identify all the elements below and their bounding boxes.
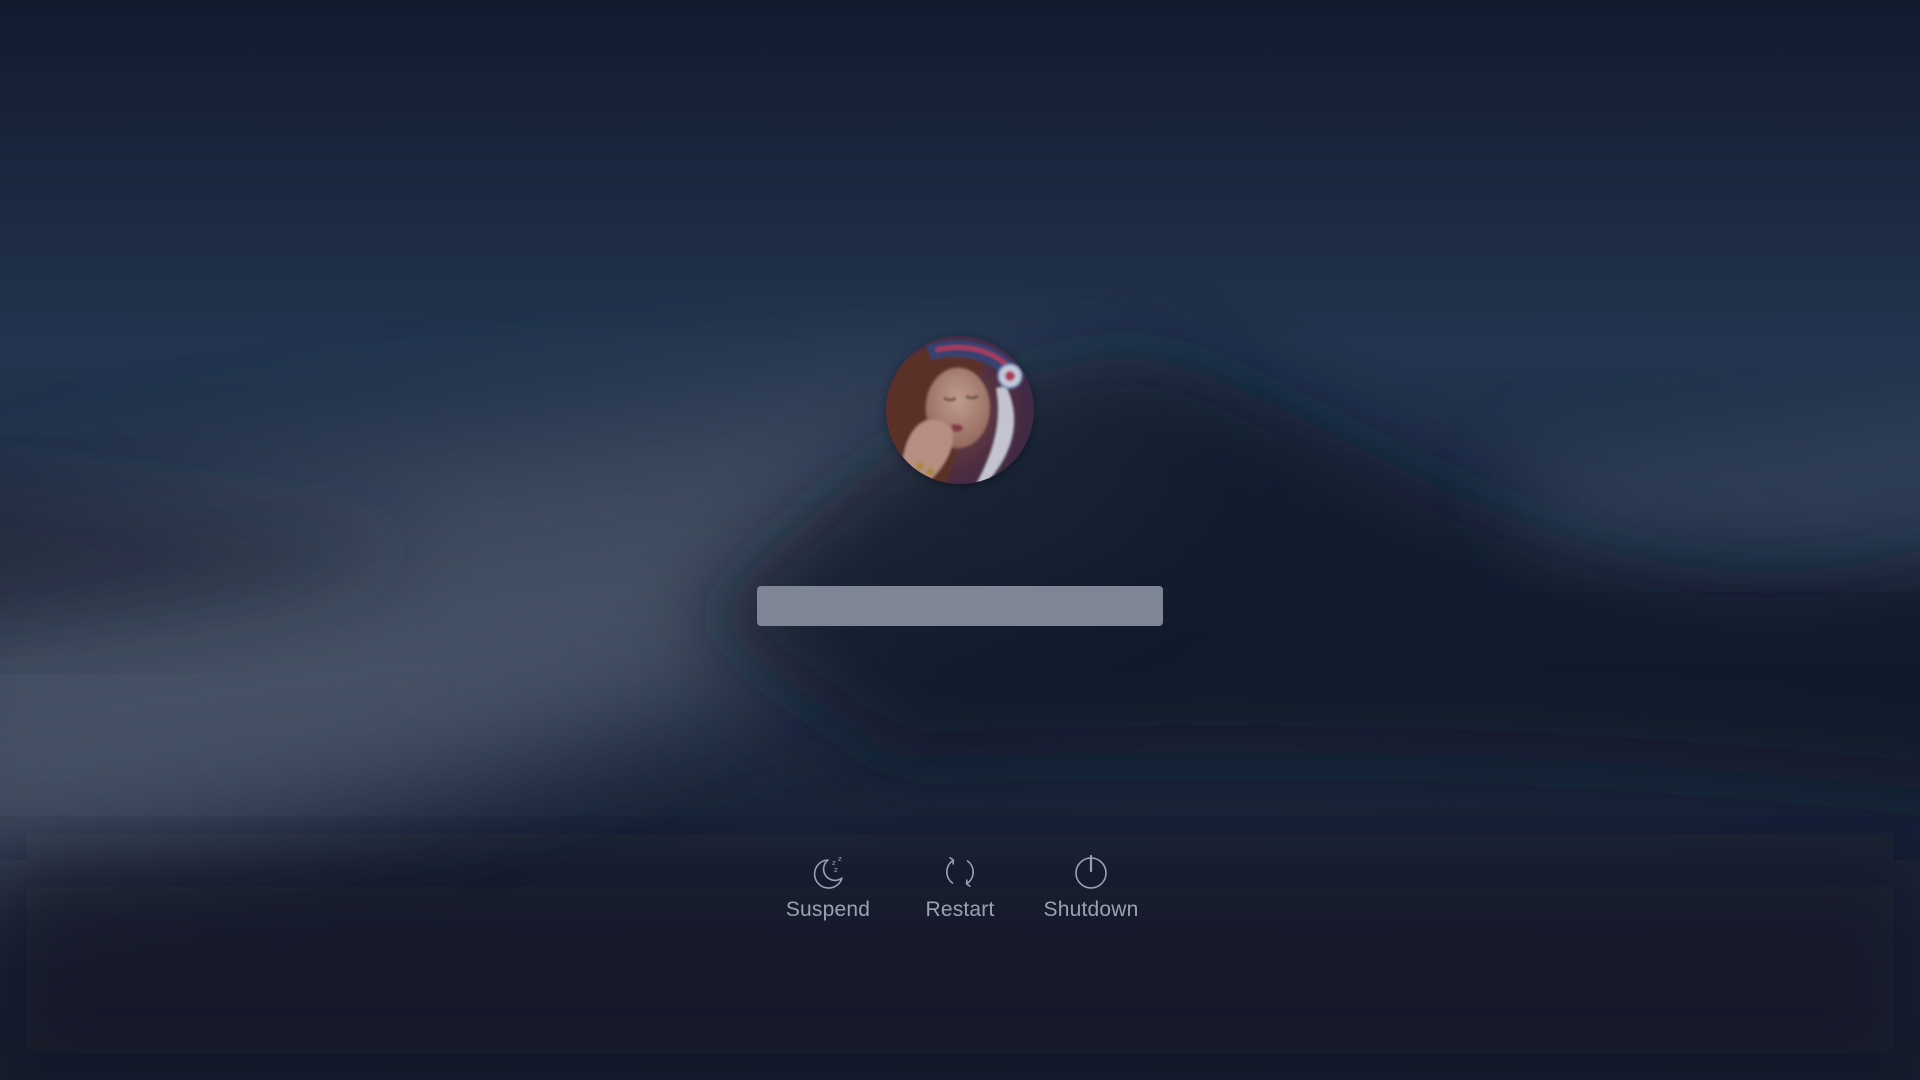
shutdown-button[interactable]: Shutdown xyxy=(1036,848,1146,928)
suspend-button[interactable]: z z z Suspend xyxy=(773,848,883,928)
shutdown-label: Shutdown xyxy=(1043,898,1139,921)
restart-icon xyxy=(940,852,980,892)
password-input[interactable] xyxy=(757,586,1163,626)
restart-label: Restart xyxy=(925,898,995,921)
svg-text:z: z xyxy=(838,855,842,863)
suspend-label: Suspend xyxy=(785,898,871,921)
restart-button[interactable]: Restart xyxy=(905,848,1015,928)
power-actions: z z z Suspend Restart Shutdown xyxy=(770,848,1150,928)
svg-text:z: z xyxy=(834,866,838,874)
power-icon xyxy=(1071,852,1111,892)
moon-sleep-icon: z z z xyxy=(808,852,848,892)
user-avatar xyxy=(886,336,1034,484)
